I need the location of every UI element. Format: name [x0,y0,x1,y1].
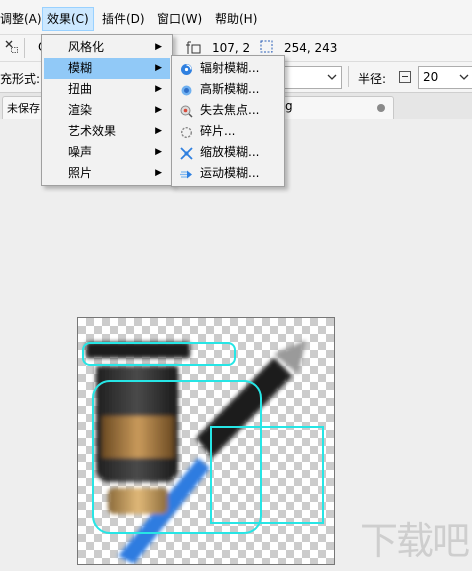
menu-plugins[interactable]: 插件(D) [98,8,149,30]
menu-bar: 调整(A) 效果(C) 插件(D) 窗口(W) 帮助(H) [0,0,472,35]
tab-unsaved-label: 未保存 [7,102,40,115]
submenu-arrow-icon: ▶ [155,63,162,73]
menu-item-zoom-blur[interactable]: 缩放模糊... [174,142,282,163]
zoom-blur-icon [180,146,193,160]
gaussian-blur-icon [180,83,193,96]
menu-item-fragment[interactable]: 碎片... [174,121,282,142]
chevron-down-icon [327,71,337,85]
motion-blur-icon [180,167,193,180]
tab-unsaved[interactable]: 未保存 [2,96,44,119]
menu-item-gaussian-blur[interactable]: 高斯模糊... [174,79,282,100]
menu-item-motion-blur[interactable]: 运动模糊... [174,163,282,184]
menu-item-artistic[interactable]: 艺术效果 ▶ [44,121,170,142]
submenu-arrow-icon: ▶ [155,147,162,157]
watermark-logo: 下载吧 [359,519,470,563]
menu-item-label: 渲染 [68,103,93,117]
menu-item-label: 碎片... [200,124,236,138]
toolbar-divider [348,66,349,87]
unfocus-icon [180,104,193,118]
menu-item-label: 艺术效果 [68,124,117,138]
size-readout: 107, 2 [212,41,251,55]
tab-image-label: g [285,99,293,113]
menu-help[interactable]: 帮助(H) [211,8,261,30]
menu-item-label: 辐射模糊... [200,61,260,75]
toolbar-divider [24,38,25,58]
menu-item-distort[interactable]: 扭曲 ▶ [44,79,170,100]
menu-item-radial-blur[interactable]: 辐射模糊... [174,58,282,79]
size-icon [186,40,202,56]
menu-item-stylize[interactable]: 风格化 ▶ [44,37,170,58]
radial-blur-icon [180,62,193,75]
radius-label: 半径: [358,72,387,86]
menu-item-label: 扭曲 [68,82,93,96]
radius-input[interactable]: 20 [418,66,472,89]
menu-item-label: 运动模糊... [200,166,260,180]
menu-item-photo[interactable]: 照片 ▶ [44,163,170,184]
menu-adjust[interactable]: 调整(A) [0,8,46,30]
position-icon [260,40,274,54]
close-tab-icon[interactable] [377,104,385,112]
menu-item-blur[interactable]: 模糊 ▶ [44,58,170,79]
menu-item-render[interactable]: 渲染 ▶ [44,100,170,121]
menu-item-label: 噪声 [68,145,93,159]
selection-outline[interactable] [210,426,324,524]
fill-mode-dropdown[interactable] [284,66,342,89]
menu-item-label: 高斯模糊... [200,82,260,96]
submenu-arrow-icon: ▶ [155,84,162,94]
submenu-arrow-icon: ▶ [155,105,162,115]
effects-menu: 风格化 ▶ 模糊 ▶ 扭曲 ▶ 渲染 ▶ 艺术效果 ▶ 噪声 ▶ 照片 ▶ [41,34,173,186]
menu-item-label: 缩放模糊... [200,145,260,159]
menu-item-label: 模糊 [68,61,93,75]
selection-outline[interactable] [82,342,236,366]
menu-item-label: 失去焦点... [200,103,260,117]
menu-item-unfocus[interactable]: 失去焦点... [174,100,282,121]
submenu-arrow-icon: ▶ [155,168,162,178]
menu-effects[interactable]: 效果(C) [42,7,94,31]
menu-item-noise[interactable]: 噪声 ▶ [44,142,170,163]
radius-decrease-icon[interactable] [399,71,411,83]
radius-value: 20 [423,70,439,84]
menu-item-label: 风格化 [68,40,105,54]
deselect-icon[interactable] [5,40,19,54]
blur-submenu: 辐射模糊... 高斯模糊... 失去焦点... 碎片... 缩放模糊... 运动… [171,55,285,187]
fill-mode-label: 充形式: [0,72,41,86]
submenu-arrow-icon: ▶ [155,42,162,52]
menu-item-label: 照片 [68,166,93,180]
chevron-down-icon [459,71,469,85]
submenu-arrow-icon: ▶ [155,126,162,136]
image-canvas[interactable] [77,317,335,565]
position-readout: 254, 243 [284,41,338,55]
fragment-icon [180,125,193,139]
menu-window[interactable]: 窗口(W) [153,8,206,30]
